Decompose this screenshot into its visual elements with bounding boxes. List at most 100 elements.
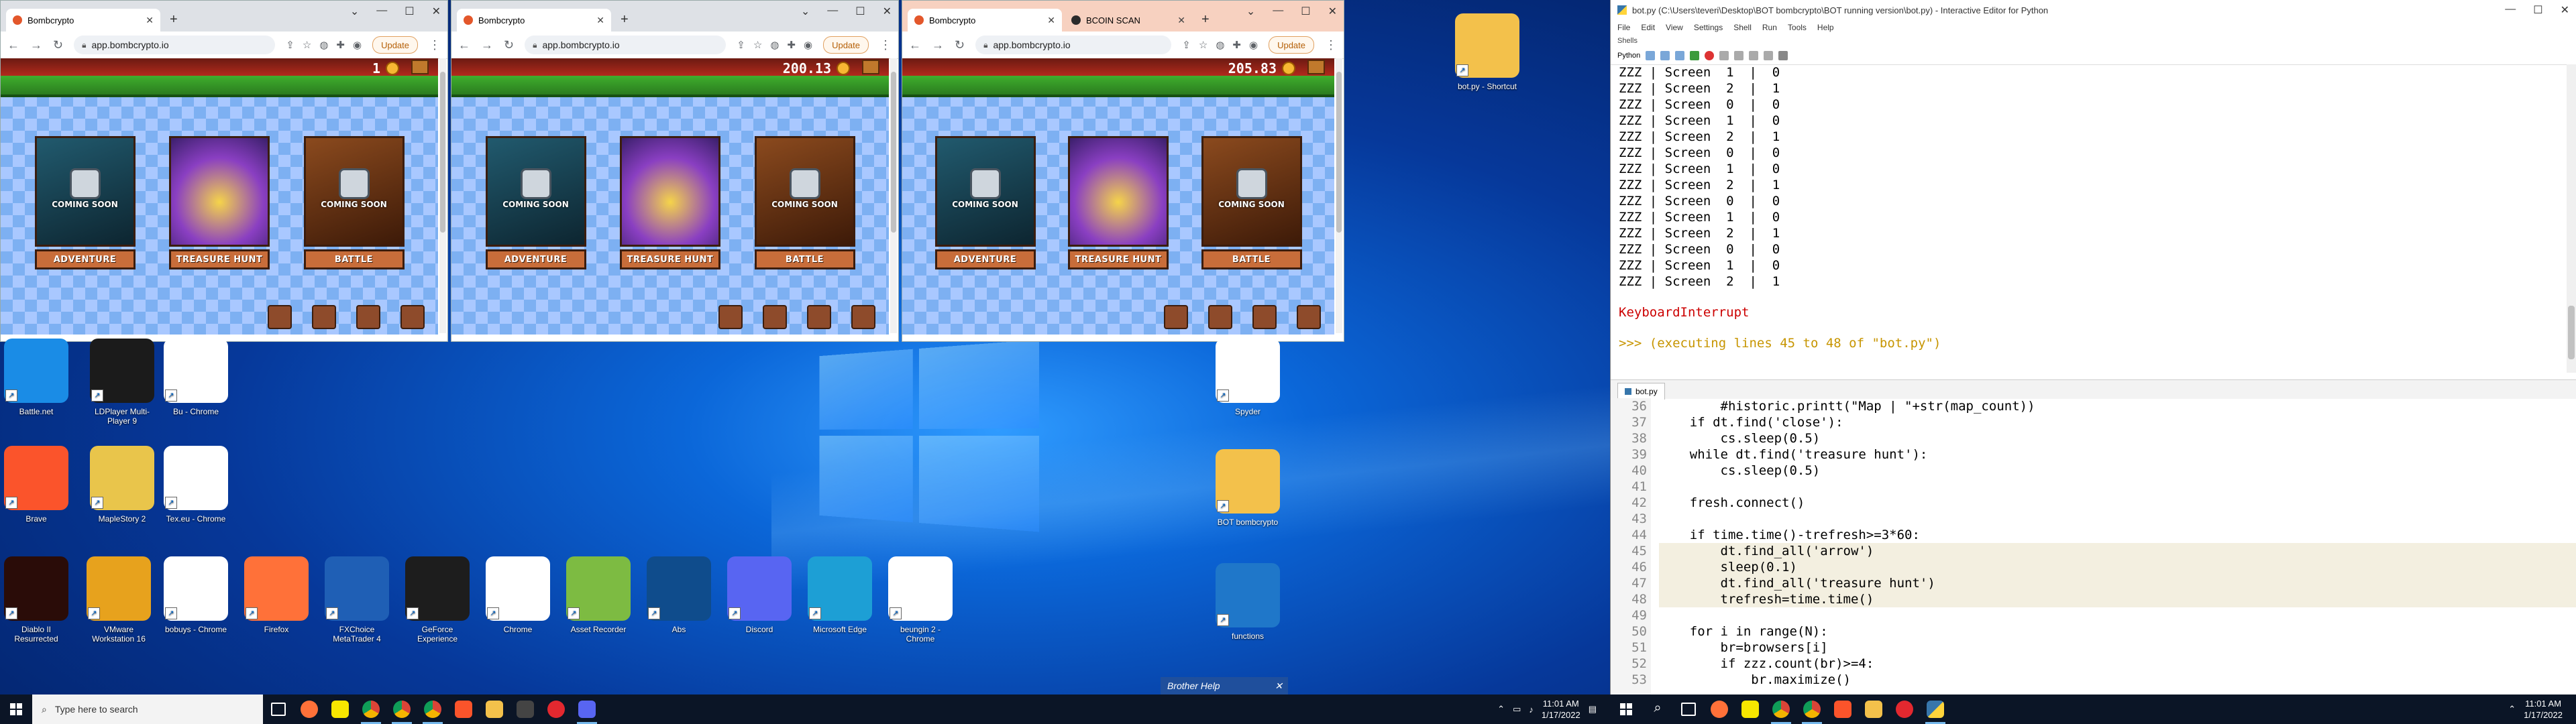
page-scrollbar[interactable] [439, 58, 446, 333]
python-selector[interactable]: Python [1617, 52, 1640, 60]
desktop-icon[interactable]: ↗ Bu - Chrome [161, 339, 231, 426]
desktop-icon[interactable]: ↗ Asset Recorder [564, 556, 633, 644]
game-mode-card[interactable]: COMING SOON ADVENTURE [935, 136, 1036, 277]
shop-icon[interactable] [1208, 305, 1232, 329]
share-icon[interactable]: ⇪ [286, 39, 294, 51]
settings-icon[interactable] [1778, 51, 1788, 60]
bombcrypto-game[interactable]: 200.13 COMING SOON ADVENTURE TREASURE HU… [451, 58, 889, 335]
close-icon[interactable]: ✕ [2561, 3, 2569, 17]
desktop-icon[interactable]: ↗ Firefox [241, 556, 311, 644]
code-line[interactable]: #historic.printt("Map | "+str(map_count)… [1659, 398, 2576, 414]
game-mode-card[interactable]: COMING SOON BATTLE [1201, 136, 1302, 277]
taskbar-app-explorer[interactable] [479, 695, 510, 724]
close-icon[interactable]: ✕ [1275, 680, 1288, 692]
game-mode-label[interactable]: BATTLE [304, 249, 405, 269]
start-button-2[interactable] [1610, 695, 1642, 724]
back-icon[interactable]: ← [909, 38, 921, 52]
profile-icon[interactable]: ◉ [804, 39, 812, 51]
bombcrypto-game[interactable]: 1 COMING SOON ADVENTURE TREASURE HUNT CO… [1, 58, 438, 335]
heroes-icon[interactable] [718, 305, 743, 329]
game-mode-label[interactable]: BATTLE [755, 249, 855, 269]
stop-icon[interactable] [1705, 51, 1714, 60]
menu-item[interactable]: Tools [1788, 23, 1807, 32]
game-mode-card[interactable]: TREASURE HUNT [1068, 136, 1169, 277]
update-button[interactable]: Update [1269, 36, 1314, 54]
scrollbar-thumb[interactable] [440, 72, 445, 233]
maximize-icon[interactable]: ☐ [1301, 5, 1310, 18]
profile-icon[interactable]: ◉ [1249, 39, 1258, 51]
game-mode-card[interactable]: COMING SOON ADVENTURE [35, 136, 136, 277]
desktop-icon[interactable]: ↗ GeForce Experience [402, 556, 472, 644]
star-icon[interactable]: ☆ [1199, 39, 1208, 51]
desktop-icon[interactable]: ↗ Chrome [483, 556, 553, 644]
update-button[interactable]: Update [823, 36, 869, 54]
reload-icon[interactable]: ↻ [955, 38, 965, 52]
maximize-icon[interactable]: ☐ [405, 5, 414, 18]
desktop-icon[interactable]: ↗ FXChoice MetaTrader 4 [322, 556, 392, 644]
address-bar[interactable]: 🔒︎ app.bombcrypto.io [74, 36, 275, 54]
code-line[interactable]: br=browsers[i] [1659, 640, 2576, 656]
taskbar-app-chrome-3[interactable] [417, 695, 448, 724]
reload-icon[interactable]: ↻ [53, 38, 63, 52]
minimize-icon[interactable]: — [827, 5, 838, 18]
forward-icon[interactable]: → [481, 38, 493, 52]
search-icon[interactable]: ⌕ [1642, 695, 1673, 724]
taskbar-app-brave-2[interactable] [1827, 695, 1858, 724]
chevron-down-icon[interactable]: ⌄ [1246, 5, 1255, 18]
chevron-down-icon[interactable]: ⌄ [801, 5, 810, 18]
puzzle-icon[interactable]: ✚ [1232, 39, 1241, 51]
desktop-icon[interactable]: ↗ BOT bombcrypto [1213, 449, 1283, 536]
debug-icon[interactable] [1719, 51, 1729, 60]
scrollbar-thumb[interactable] [891, 72, 896, 233]
close-tab-icon[interactable]: ✕ [1171, 15, 1185, 26]
menu-icon[interactable]: ⋮ [429, 38, 441, 52]
taskbar-app-firefox[interactable] [294, 695, 325, 724]
code-line[interactable]: if dt.find('close'): [1659, 414, 2576, 430]
maximize-icon[interactable]: ☐ [2533, 3, 2542, 17]
minimize-icon[interactable]: — [376, 5, 387, 18]
taskbar-app-chrome-5[interactable] [1796, 695, 1827, 724]
back-icon[interactable]: ← [458, 38, 470, 52]
taskbar-app-firefox-2[interactable] [1704, 695, 1735, 724]
close-tab-icon[interactable]: ✕ [139, 15, 154, 26]
code-line[interactable]: cs.sleep(0.5) [1659, 430, 2576, 446]
menu-icon[interactable]: ⋮ [879, 38, 892, 52]
share-icon[interactable]: ⇪ [737, 39, 745, 51]
share-icon[interactable]: ⇪ [1182, 39, 1191, 51]
chest-icon[interactable] [411, 60, 429, 74]
game-mode-card[interactable]: TREASURE HUNT [169, 136, 270, 277]
shell-output[interactable]: ZZZ | Screen 1 | 0 ZZZ | Screen 2 | 1 ZZZ … [1611, 64, 2576, 366]
taskbar-app-kakaotalk-2[interactable] [1735, 695, 1766, 724]
code-line[interactable]: cs.sleep(0.5) [1659, 463, 2576, 479]
game-mode-label[interactable]: TREASURE HUNT [620, 249, 720, 269]
code-line[interactable] [1659, 607, 2576, 623]
taskbar-app-chrome-2[interactable] [386, 695, 417, 724]
browser-tab[interactable]: Bombcrypto ✕ [6, 9, 160, 32]
desktop-icon[interactable]: ↗ Abs [644, 556, 714, 644]
address-bar[interactable]: 🔒︎ app.bombcrypto.io [525, 36, 726, 54]
close-icon[interactable]: ✕ [883, 5, 892, 18]
code-editor[interactable]: 36 37 38 39 40 41 42 43 44 45 46 47 48 49 50 51 52 53 #hi… [1611, 398, 2576, 695]
shell-prompt[interactable]: >>> (executing lines 45 to 48 of "bot.py… [1619, 335, 2576, 351]
character-icon[interactable] [1297, 305, 1321, 329]
heroes-icon[interactable] [268, 305, 292, 329]
menu-item[interactable]: Edit [1641, 23, 1655, 32]
extension-icon[interactable]: ◍ [770, 39, 779, 51]
address-bar[interactable]: 🔒︎ app.bombcrypto.io [975, 36, 1171, 54]
star-icon[interactable]: ☆ [303, 39, 311, 51]
desktop-icon[interactable]: ↗ Discord [724, 556, 794, 644]
menu-item[interactable]: View [1666, 23, 1683, 32]
chest-icon[interactable] [862, 60, 879, 74]
taskbar-app-opera-2[interactable] [1889, 695, 1920, 724]
taskbar-app-kakaotalk[interactable] [325, 695, 356, 724]
maximize-icon[interactable]: ☐ [855, 5, 865, 18]
extension-icon[interactable]: ◍ [319, 39, 328, 51]
brother-help-bar[interactable]: Brother Help ✕ [1161, 677, 1288, 695]
desktop-icon[interactable]: ↗ bot.py - Shortcut [1452, 13, 1522, 101]
menu-item[interactable]: Run [1762, 23, 1777, 32]
close-icon[interactable]: ✕ [1328, 5, 1337, 18]
new-tab-icon[interactable]: + [163, 12, 184, 32]
shop-icon[interactable] [763, 305, 787, 329]
star-icon[interactable]: ☆ [753, 39, 762, 51]
shop-icon[interactable] [312, 305, 336, 329]
